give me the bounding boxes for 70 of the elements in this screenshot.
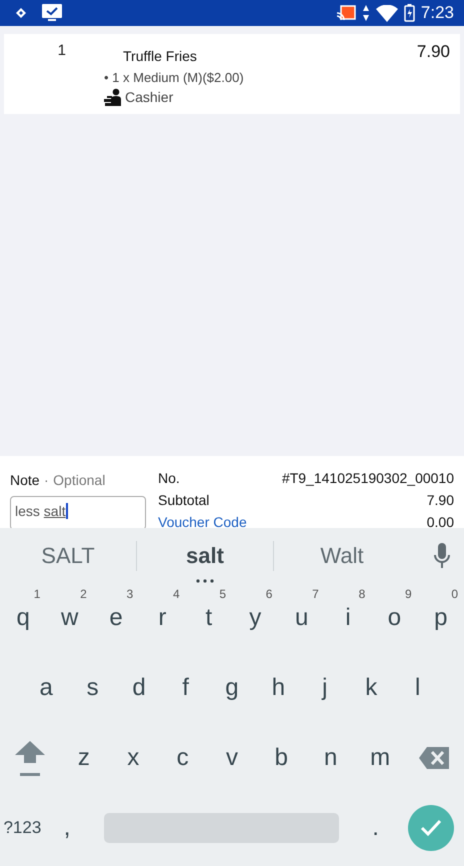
keyboard-key[interactable]: e 3	[92, 583, 140, 653]
key-hint: 2	[80, 587, 87, 601]
clock-time: 7:23	[420, 3, 454, 23]
keyboard-key[interactable]: g	[208, 653, 256, 723]
keyboard-key[interactable]: w 2	[46, 583, 93, 653]
key-hint: 3	[126, 587, 134, 601]
keyboard-key[interactable]: t 5	[186, 583, 232, 653]
keyboard-key[interactable]: z	[59, 723, 109, 793]
key-hint: 6	[266, 587, 272, 601]
keyboard-key[interactable]: n	[306, 723, 356, 793]
item-modifier: • 1 x Medium (M)($2.00)	[104, 70, 245, 85]
key-hint: 9	[404, 587, 412, 601]
keyboard-key[interactable]: d	[116, 653, 162, 723]
keyboard-key[interactable]: o 9	[371, 583, 418, 653]
keyboard-key[interactable]: r 4	[139, 583, 186, 653]
keyboard-key[interactable]: i 8	[324, 583, 372, 653]
keyboard-key[interactable]: l	[394, 653, 441, 723]
voucher-code-link[interactable]: Voucher Code	[158, 514, 247, 528]
keyboard-key[interactable]: q 1	[0, 583, 46, 653]
diamond-icon	[16, 8, 26, 18]
keyboard-key[interactable]: h	[255, 653, 302, 723]
word-suggestion[interactable]: salt	[137, 536, 273, 574]
word-suggestion[interactable]: Walt	[274, 536, 410, 574]
keyboard-key[interactable]: a	[23, 653, 70, 723]
key-hint: 1	[34, 587, 40, 601]
word-suggestion[interactable]: SALT	[0, 536, 136, 574]
item-quantity: 1	[56, 42, 67, 61]
keyboard-key[interactable]: f	[162, 653, 209, 723]
keyboard-key[interactable]: y 6	[232, 583, 278, 653]
optional-hint: Optional	[53, 472, 106, 488]
key-hint: 5	[219, 587, 226, 601]
order-item-card[interactable]: 1 Truffle Fries 7.90 • 1 x Medium (M)($2.00) Cashier	[4, 34, 460, 114]
key-hint: 8	[358, 587, 366, 601]
shift-icon[interactable]	[14, 739, 46, 777]
keyboard-key[interactable]: .	[353, 793, 398, 863]
keyboard-key[interactable]: s	[69, 653, 116, 723]
item-price: 7.90	[416, 42, 450, 63]
wifi-icon	[376, 4, 398, 22]
keyboard-key[interactable]: u 7	[278, 583, 325, 653]
keyboard-key[interactable]: ,	[44, 793, 90, 863]
keyboard-key[interactable]: c	[158, 723, 208, 793]
keyboard-key[interactable]: k	[348, 653, 394, 723]
separator-dot: ·	[44, 472, 49, 488]
battery-icon	[404, 4, 415, 22]
summary-label: No.	[158, 470, 180, 486]
cashier-icon	[104, 88, 122, 106]
microphone-icon[interactable]	[434, 542, 450, 568]
staff-name: Cashier	[125, 89, 174, 105]
summary-label: Subtotal	[158, 492, 210, 508]
more-icon	[196, 578, 214, 582]
key-hint: 7	[312, 587, 319, 601]
keyboard-key[interactable]: x	[108, 723, 158, 793]
keyboard-key[interactable]: b	[256, 723, 306, 793]
keyboard-key[interactable]: v	[207, 723, 257, 793]
note-label: Note	[10, 472, 40, 488]
cast-icon	[336, 5, 356, 21]
summary-value: 0.00	[426, 514, 454, 528]
backspace-icon[interactable]	[418, 746, 450, 770]
key-hint: 4	[172, 587, 180, 601]
keyboard-key[interactable]: m	[355, 723, 405, 793]
key-hint: 0	[451, 587, 458, 601]
summary-value: #T9_141025190302_00010	[282, 470, 454, 486]
item-name: Truffle Fries	[122, 47, 198, 64]
summary-value: 7.90	[426, 492, 454, 508]
keyboard-key[interactable]: p 0	[418, 583, 464, 653]
checkmark-icon	[420, 819, 442, 837]
symbols-key[interactable]: ?123	[0, 793, 45, 863]
data-arrows-icon	[362, 4, 370, 22]
done-button[interactable]	[408, 805, 454, 851]
keyboard-key[interactable]: j	[302, 653, 348, 723]
